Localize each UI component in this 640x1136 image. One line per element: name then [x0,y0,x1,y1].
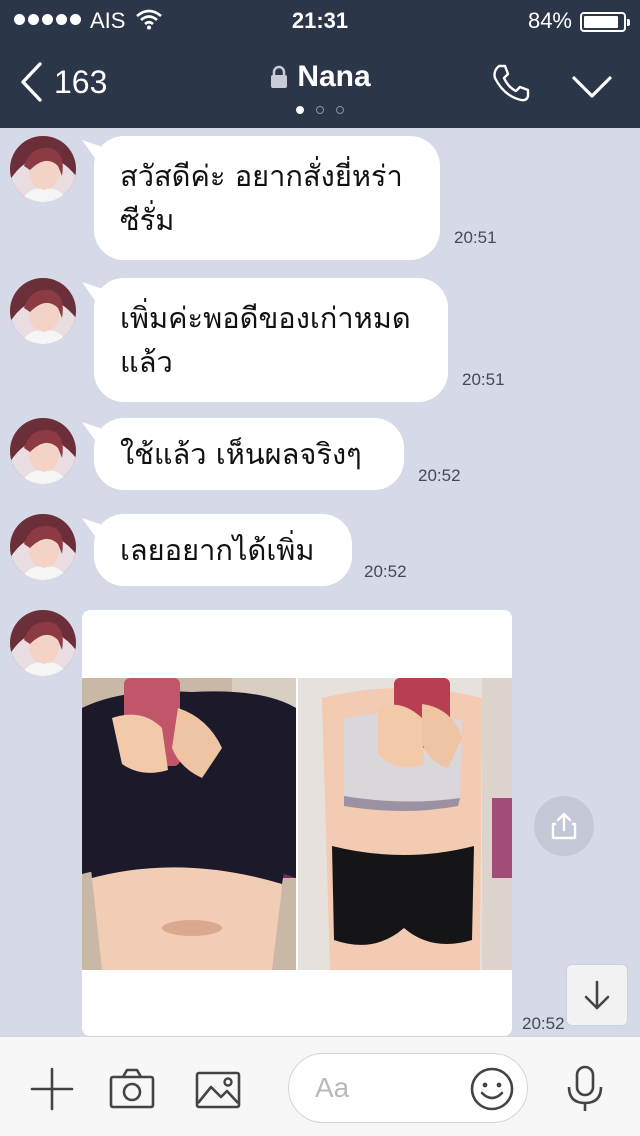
message-text: เลยอยากได้เพิ่ม [120,533,315,567]
message-time: 20:52 [364,562,407,581]
page-indicator [296,106,344,114]
chat-title-area[interactable]: Nana [0,60,640,94]
contact-avatar[interactable] [10,278,76,344]
camera-icon[interactable] [108,1065,156,1113]
photo-watermark: PhotoGrid [424,1016,488,1032]
photo-message[interactable] [82,610,512,1036]
contact-avatar[interactable] [10,610,76,676]
arrow-down-icon [584,980,610,1010]
contact-avatar[interactable] [10,418,76,484]
share-button[interactable] [534,796,594,856]
status-bar: AIS 21:31 84% [0,0,640,42]
emoji-icon[interactable] [469,1066,515,1112]
message-input[interactable] [315,1068,465,1108]
message-text: ใช้แล้ว เห็นผลจริงๆ [120,437,362,471]
message-text: แล้ว [120,345,173,379]
battery-icon [580,12,630,32]
phone-icon[interactable] [490,62,532,104]
message-time: 20:52 [418,466,461,485]
avatar-image [10,610,76,676]
microphone-icon[interactable] [562,1065,608,1113]
image-icon[interactable] [194,1065,242,1113]
message-text: เพิ่มค่ะพอดีของเก่าหมด [120,301,411,335]
avatar-image [10,514,76,580]
lock-icon [271,65,288,88]
chat-header: AIS 21:31 84% 163 Nana [0,0,640,128]
message-text: สวัสดีค่ะ อยากสั่งยี่หร่า [120,159,403,193]
chat-title: Nana [297,60,371,93]
message-text: ซีรั่ม [120,203,175,237]
message-time: 20:52 [522,1014,565,1033]
message-bubble[interactable]: เพิ่มค่ะพอดีของเก่าหมด แล้ว [94,278,448,402]
plus-icon[interactable] [28,1065,76,1113]
avatar-image [10,136,76,202]
composer-bar [0,1036,640,1136]
message-time: 20:51 [462,370,505,389]
battery-percent: 84% [527,8,572,33]
message-bubble[interactable]: สวัสดีค่ะ อยากสั่งยี่หร่า ซีรั่ม [94,136,440,260]
message-bubble[interactable]: เลยอยากได้เพิ่ม [94,514,352,586]
scroll-to-bottom-button[interactable] [566,964,628,1026]
contact-avatar[interactable] [10,136,76,202]
before-after-photo [82,678,512,970]
chevron-down-icon[interactable] [570,68,614,104]
avatar-image [10,418,76,484]
avatar-image [10,278,76,344]
contact-avatar[interactable] [10,514,76,580]
message-bubble[interactable]: ใช้แล้ว เห็นผลจริงๆ [94,418,404,490]
message-time: 20:51 [454,228,497,247]
message-input-box[interactable] [288,1053,528,1123]
share-icon [551,812,577,840]
